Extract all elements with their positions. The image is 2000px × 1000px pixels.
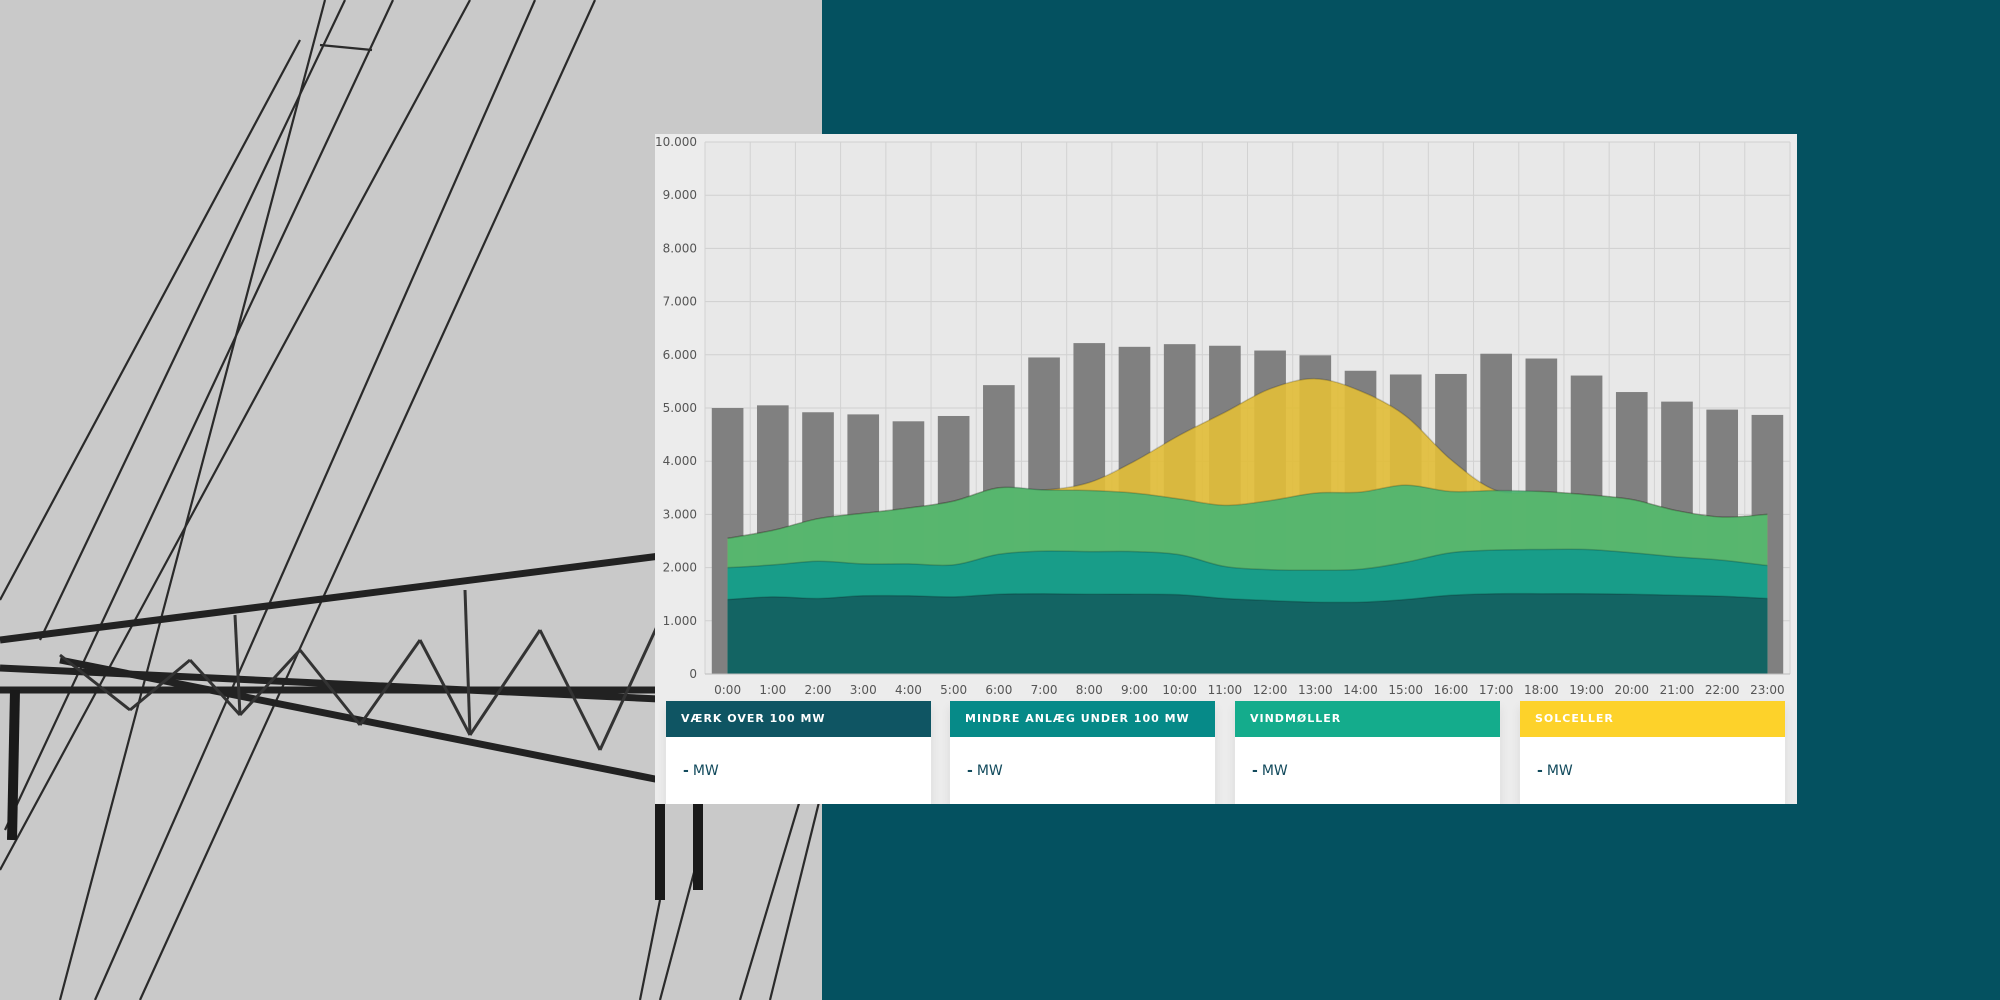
x-tick-label: 18:00 [1524,683,1559,697]
y-tick-label: 1.000 [663,614,697,628]
chart-card: 0 1.000 2.000 3.000 4.000 5.000 6.000 7.000 8.00… [655,134,1797,804]
x-tick-label: 6:00 [985,683,1012,697]
legend-solar-unit: MW [1546,763,1573,779]
legend-small-plants-number: - [967,763,973,779]
x-tick-label: 15:00 [1388,683,1423,697]
x-tick-label: 21:00 [1660,683,1695,697]
x-tick-label: 3:00 [850,683,877,697]
x-tick-label: 5:00 [940,683,967,697]
y-tick-label: 7.000 [663,295,697,309]
x-tick-label: 2:00 [805,683,832,697]
legend-solar: SOLCELLER - MW [1520,701,1785,804]
x-tick-label: 0:00 [714,683,741,697]
x-tick-label: 11:00 [1208,683,1243,697]
x-tick-label: 1:00 [759,683,786,697]
y-tick-label: 4.000 [663,454,697,468]
x-tick-label: 19:00 [1569,683,1604,697]
legend-small-plants: MINDRE ANLÆG UNDER 100 MW - MW [950,701,1215,804]
legend-small-plants-label: MINDRE ANLÆG UNDER 100 MW [950,701,1215,737]
legend-solar-number: - [1537,763,1543,779]
x-tick-label: 4:00 [895,683,922,697]
legend-large-plants-value: - MW [683,763,719,779]
x-tick-label: 10:00 [1162,683,1197,697]
legend-large-plants-label: VÆRK OVER 100 MW [666,701,931,737]
legend-large-plants: VÆRK OVER 100 MW - MW [666,701,931,804]
legend-wind-value: - MW [1252,763,1288,779]
legend-wind-label: VINDMØLLER [1235,701,1500,737]
x-tick-label: 7:00 [1031,683,1058,697]
legend-small-plants-unit: MW [976,763,1003,779]
legend-wind-number: - [1252,763,1258,779]
y-tick-label: 0 [689,667,697,681]
x-tick-label: 20:00 [1614,683,1649,697]
x-tick-label: 12:00 [1253,683,1288,697]
y-tick-label: 8.000 [663,241,697,255]
legend-large-plants-number: - [683,763,689,779]
y-tick-label: 9.000 [663,188,697,202]
x-tick-label: 16:00 [1434,683,1469,697]
production-chart: 0 1.000 2.000 3.000 4.000 5.000 6.000 7.000 8.00… [655,135,1791,697]
y-tick-label: 10.000 [655,135,697,149]
legend-solar-label: SOLCELLER [1520,701,1785,737]
legend-wind-unit: MW [1261,763,1288,779]
x-tick-label: 8:00 [1076,683,1103,697]
area-large [727,593,1768,674]
legend-small-plants-value: - MW [967,763,1003,779]
y-tick-label: 5.000 [663,401,697,415]
y-tick-label: 3.000 [663,507,697,521]
x-tick-label: 23:00 [1750,683,1785,697]
y-tick-label: 6.000 [663,348,697,362]
y-tick-label: 2.000 [663,561,697,575]
x-tick-label: 13:00 [1298,683,1333,697]
legend-large-plants-unit: MW [692,763,719,779]
legend-wind: VINDMØLLER - MW [1235,701,1500,804]
legend-solar-value: - MW [1537,763,1573,779]
x-tick-label: 14:00 [1343,683,1378,697]
x-tick-label: 9:00 [1121,683,1148,697]
x-tick-label: 17:00 [1479,683,1514,697]
x-tick-label: 22:00 [1705,683,1740,697]
